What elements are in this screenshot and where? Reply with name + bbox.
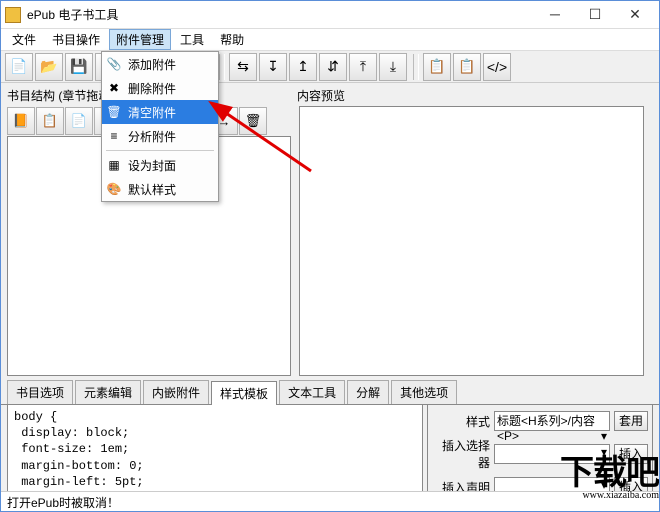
menu-item-6[interactable]: 🎨 默认样式	[102, 177, 218, 201]
menu-icon: ✖	[106, 80, 122, 96]
maximize-button[interactable]: ☐	[575, 5, 615, 25]
main-toolbar: 📄📂💾📎🖼📝≡⇆↧↥⇵⤒⤓📋📋</>	[1, 51, 659, 83]
toolbar-btn-9[interactable]: ↧	[259, 53, 287, 81]
window-title: ePub 电子书工具	[27, 6, 535, 23]
titlebar: ePub 电子书工具 ─ ☐ ✕	[1, 1, 659, 29]
tab-4[interactable]: 文本工具	[279, 380, 345, 404]
menu-item-1[interactable]: ✖ 删除附件	[102, 76, 218, 100]
tree-btn-2[interactable]: 📄	[65, 107, 93, 135]
menubar: 文件书目操作附件管理工具帮助	[1, 29, 659, 51]
toolbar-btn-8[interactable]: ⇆	[229, 53, 257, 81]
toolbar-btn-12[interactable]: ⤒	[349, 53, 377, 81]
menu-item-3[interactable]: ≡ 分析附件	[102, 124, 218, 148]
style-label: 样式	[432, 413, 490, 430]
menu-sep	[106, 150, 214, 151]
preview-label: 内容预览	[297, 87, 653, 104]
tree-btn-1[interactable]: 📋	[36, 107, 64, 135]
toolbar-btn-16[interactable]: 📋	[453, 53, 481, 81]
app-icon	[5, 7, 21, 23]
toolbar-btn-1[interactable]: 📂	[35, 53, 63, 81]
toolbar-btn-2[interactable]: 💾	[65, 53, 93, 81]
style-select[interactable]: 标题<H系列>/内容<P> ▾	[494, 411, 610, 431]
toolbar-btn-13[interactable]: ⤓	[379, 53, 407, 81]
menu-3[interactable]: 工具	[173, 29, 211, 50]
tab-1[interactable]: 元素编辑	[75, 380, 141, 404]
close-button[interactable]: ✕	[615, 5, 655, 25]
tab-0[interactable]: 书目选项	[7, 380, 73, 404]
menu-icon: 🎨	[106, 181, 122, 197]
menu-0[interactable]: 文件	[5, 29, 43, 50]
menu-label: 清空附件	[128, 104, 176, 121]
menu-icon: 📎	[106, 56, 122, 72]
bottom-tabs: 书目选项元素编辑内嵌附件样式模板文本工具分解其他选项	[1, 378, 659, 405]
minimize-button[interactable]: ─	[535, 5, 575, 25]
toolbar-btn-15[interactable]: 📋	[423, 53, 451, 81]
menu-label: 分析附件	[128, 128, 176, 145]
menu-label: 设为封面	[128, 157, 176, 174]
menu-label: 默认样式	[128, 181, 176, 198]
menu-icon: ▦	[106, 157, 122, 173]
tab-5[interactable]: 分解	[347, 380, 389, 404]
toolbar-sep	[413, 54, 419, 80]
menu-icon: 🗑	[106, 104, 122, 120]
menu-1[interactable]: 书目操作	[45, 29, 107, 50]
menu-label: 添加附件	[128, 56, 176, 73]
toolbar-btn-0[interactable]: 📄	[5, 53, 33, 81]
watermark: 下载吧 www.xiazaiba.com	[560, 445, 659, 501]
menu-item-2[interactable]: 🗑 清空附件	[102, 100, 218, 124]
tab-3[interactable]: 样式模板	[211, 381, 277, 405]
preview-view[interactable]	[299, 106, 644, 376]
tab-2[interactable]: 内嵌附件	[143, 380, 209, 404]
style-code[interactable]: body { display: block; font-size: 1em; m…	[7, 405, 423, 501]
menu-icon: ≡	[106, 128, 122, 144]
menu-item-0[interactable]: 📎 添加附件	[102, 52, 218, 76]
menu-2[interactable]: 附件管理	[109, 29, 171, 50]
menu-item-5[interactable]: ▦ 设为封面	[102, 153, 218, 177]
menu-label: 删除附件	[128, 80, 176, 97]
toolbar-btn-11[interactable]: ⇵	[319, 53, 347, 81]
toolbar-btn-17[interactable]: </>	[483, 53, 511, 81]
toolbar-btn-10[interactable]: ↥	[289, 53, 317, 81]
tab-6[interactable]: 其他选项	[391, 380, 457, 404]
attachment-menu: 📎 添加附件 ✖ 删除附件 🗑 清空附件 ≡ 分析附件 ▦ 设为封面 🎨 默认样式	[101, 51, 219, 202]
tree-btn-0[interactable]: 📙	[7, 107, 35, 135]
selector-label: 插入选择器	[432, 437, 490, 471]
toolbar-sep	[219, 54, 225, 80]
tree-btn-8[interactable]: 🗑	[239, 107, 267, 135]
apply-button[interactable]: 套用	[614, 411, 648, 431]
menu-4[interactable]: 帮助	[213, 29, 251, 50]
